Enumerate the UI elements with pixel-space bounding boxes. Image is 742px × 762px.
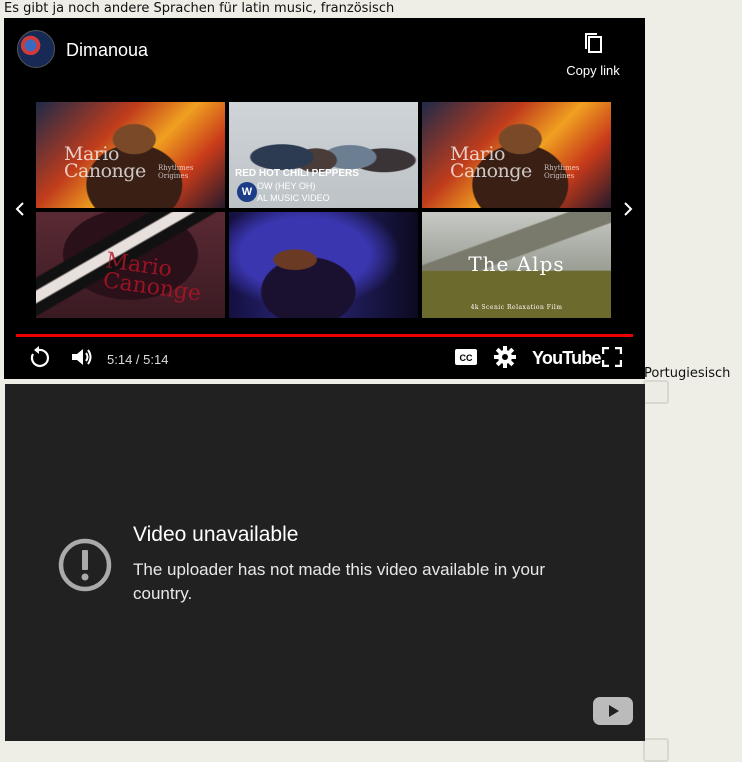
post-text: Es gibt ja noch andere Sprachen für lati… [4,1,395,16]
thumbnail-title: Mario Canonge [450,143,532,182]
unavailable-video-player: Video unavailable The uploader has not m… [5,384,645,741]
replay-icon[interactable] [28,346,50,368]
video-player[interactable]: Dimanoua Copy link Mario Canonge Rhythme… [4,18,645,379]
channel-name[interactable]: Dimanoua [66,40,148,61]
thumbnail-title: Mario Canonge [101,248,203,307]
copy-icon [585,33,602,53]
thumbnail-title: RED HOT CHILI PEPPERS [235,168,359,179]
warning-icon [58,538,112,592]
thumbnail-live-performance[interactable] [229,212,418,318]
progress-bar[interactable] [16,334,633,337]
ghost-icon [643,380,669,404]
copy-link-label: Copy link [566,63,620,78]
thumbnail-the-alps[interactable]: The Alps 4k Scenic Relaxation Film [422,212,611,318]
chevron-left-icon[interactable] [12,201,28,217]
chevron-right-icon[interactable] [620,201,636,217]
thumbnail-rhcp[interactable]: RED HOT CHILI PEPPERS OW (HEY OH) AL MUS… [229,102,418,208]
youtube-logo[interactable]: YouTube [532,348,602,369]
thumbnail-subtitle: Rhythmes Origines [544,164,580,180]
youtube-play-icon[interactable] [593,697,633,725]
player-controls: 5:14 / 5:14 CC YouTube [4,342,645,374]
channel-avatar[interactable] [17,30,55,68]
warner-logo: W [237,182,257,202]
captions-icon[interactable]: CC [455,349,477,365]
error-title: Video unavailable [133,523,299,546]
thumbnail-mario-canonge-2[interactable]: Mario Canonge Rhythmes Origines [422,102,611,208]
thumbnail-piano-album[interactable]: Mario Canonge [36,212,225,318]
thumbnail-mario-canonge-1[interactable]: Mario Canonge Rhythmes Origines [36,102,225,208]
thumbnail-title: The Alps [468,252,565,276]
volume-icon[interactable] [70,346,94,368]
thumbnail-subtitle: AL MUSIC VIDEO [257,193,330,203]
copy-link-button[interactable]: Copy link [561,32,625,79]
settings-gear-icon[interactable] [494,346,516,368]
time-display: 5:14 / 5:14 [107,352,169,367]
thumbnail-subtitle: OW (HEY OH) [257,181,316,191]
error-message: The uploader has not made this video ava… [133,560,546,603]
thumbnail-subtitle: 4k Scenic Relaxation Film [470,304,563,311]
thumbnail-title: Mario Canonge [64,143,146,182]
svg-text:CC: CC [460,353,473,363]
ghost-icon [643,738,669,762]
side-text: Portugiesisch [644,366,731,381]
thumbnail-subtitle: Rhythmes Origines [158,164,194,180]
fullscreen-icon[interactable] [602,347,622,367]
